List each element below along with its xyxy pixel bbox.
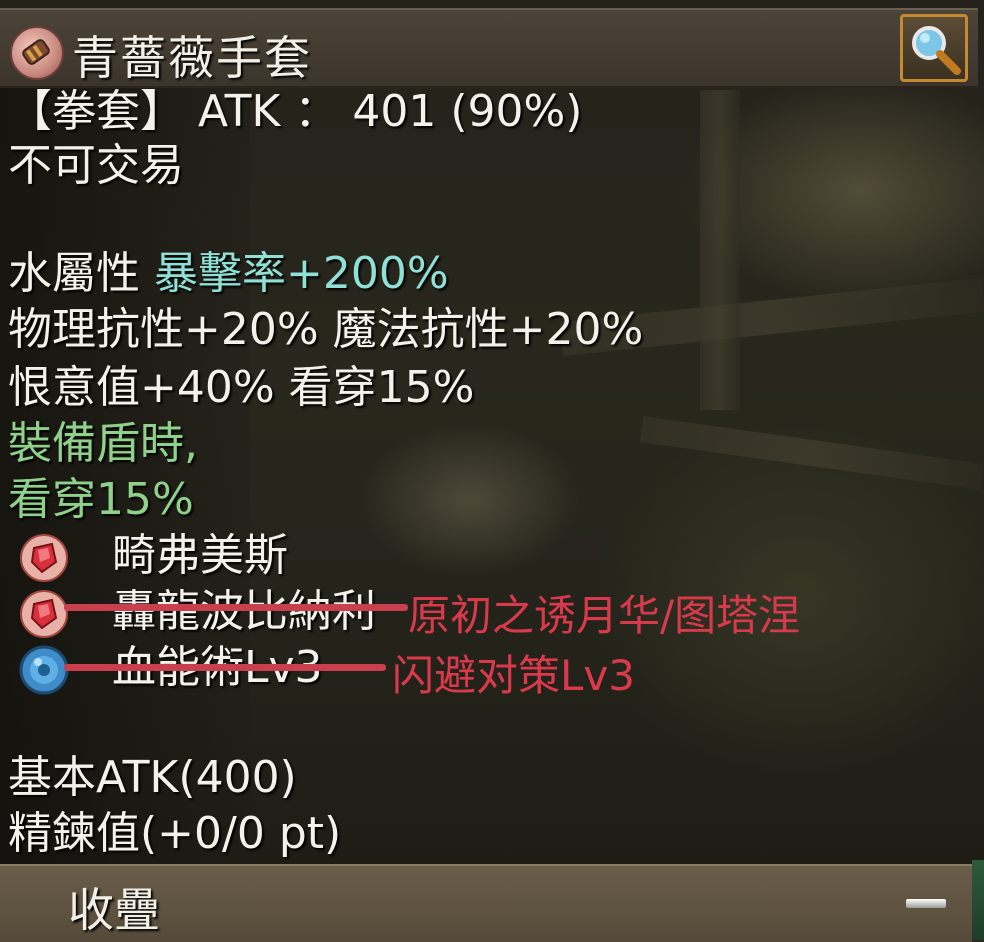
slot-1-label: 畸弗美斯	[112, 530, 288, 581]
refine-value: 精鍊值(+0/0 pt)	[8, 808, 342, 859]
inspect-button[interactable]	[900, 14, 968, 82]
element-label: 水屬性	[8, 248, 140, 299]
annotation-strike-line	[64, 604, 408, 611]
minus-icon[interactable]	[906, 894, 946, 912]
slot-2-label: 轟龍波比納利	[112, 586, 376, 637]
annotation-note-1: 原初之诱月华/图塔涅	[408, 591, 801, 640]
collapse-label: 收疊	[68, 883, 160, 937]
resist-line: 物理抗性+20% 魔法抗性+20%	[8, 304, 644, 355]
item-name: 青薔薇手套	[72, 31, 312, 85]
annotation-strike-line	[64, 664, 386, 671]
collapse-bar[interactable]: 收疊	[0, 864, 972, 942]
aggro-line: 恨意值+40% 看穿15%	[8, 362, 475, 413]
red-crystal-icon	[18, 588, 70, 640]
item-title-bar: 青薔薇手套	[0, 8, 978, 88]
gauntlet-icon	[10, 26, 64, 80]
shield-bonus: 看穿15%	[8, 474, 194, 525]
element-line: 水屬性 暴擊率+200%	[8, 248, 449, 300]
base-atk: 基本ATK(400)	[8, 752, 297, 803]
trade-status: 不可交易	[8, 140, 184, 191]
magnifier-icon	[912, 26, 961, 75]
shield-condition: 裝備盾時,	[8, 418, 198, 469]
weapon-type-atk: 【拳套】 ATK ： 401 (90%)	[8, 86, 583, 137]
red-crystal-icon	[18, 532, 70, 584]
annotation-note-2: 闪避对策Lv3	[392, 651, 635, 700]
blue-orb-icon	[18, 644, 70, 696]
background-edge	[972, 860, 984, 940]
element-bonus: 暴擊率+200%	[154, 248, 449, 299]
